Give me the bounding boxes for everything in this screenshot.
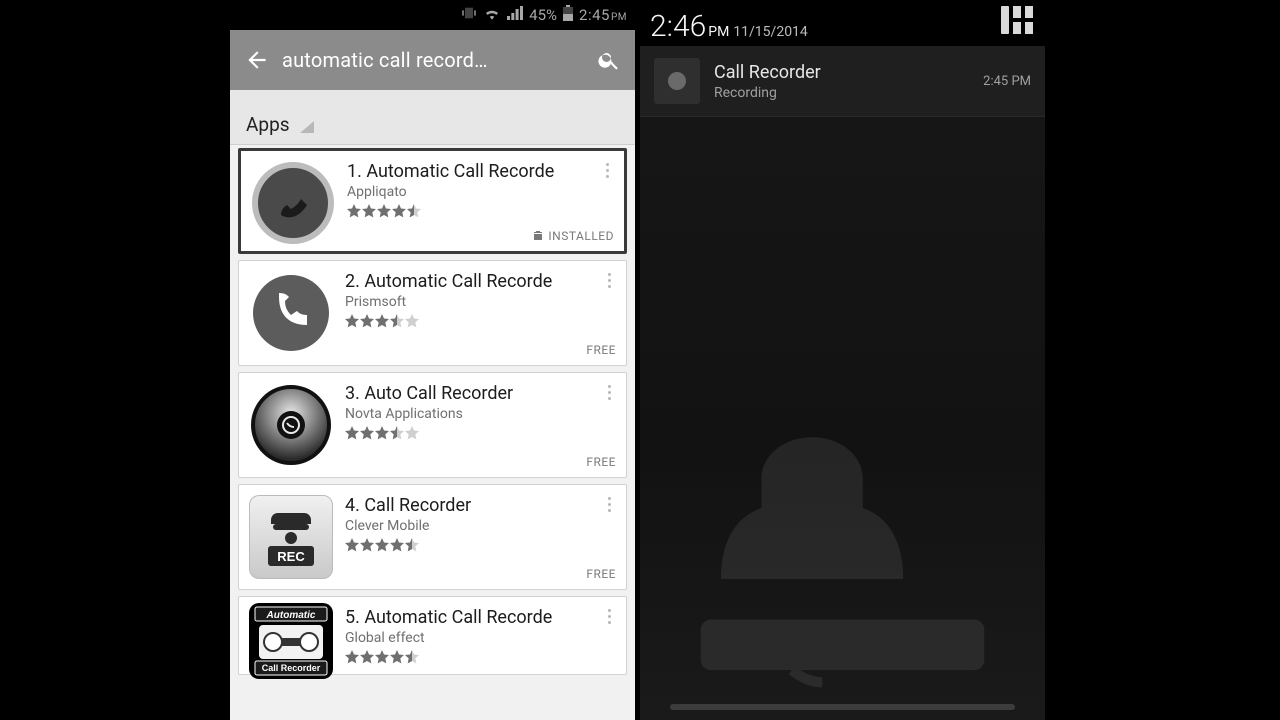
search-input[interactable]: automatic call record… (270, 48, 597, 72)
panel-time: 2:46 (650, 9, 706, 44)
overflow-icon[interactable] (598, 161, 616, 179)
app-icon (251, 161, 335, 245)
rating-stars (345, 314, 598, 328)
notification-title: Call Recorder (714, 62, 983, 83)
price-label: FREE (586, 343, 616, 357)
overflow-icon[interactable] (600, 383, 618, 401)
notification-panel-screen: 2:46 PM 11/15/2014 Call Recorder Recordi… (640, 0, 1045, 720)
app-icon (249, 271, 333, 355)
signal-icon (507, 6, 523, 24)
notification-header: 2:46 PM 11/15/2014 (640, 0, 1045, 46)
result-item[interactable]: 2. Automatic Call Recorde Prismsoft FREE (238, 260, 627, 366)
app-title: 1. Automatic Call Recorde (347, 161, 596, 182)
battery-icon (563, 5, 573, 25)
panel-ampm: PM (708, 24, 729, 40)
app-title: 5. Automatic Call Recorde (345, 607, 598, 628)
result-item[interactable]: REC 4. Call Recorder Clever Mobile FREE (238, 484, 627, 590)
price-label: FREE (586, 455, 616, 469)
result-item[interactable]: 1. Automatic Call Recorde Appliqato INST… (238, 148, 627, 254)
panel-date: 11/15/2014 (733, 24, 808, 40)
notification-body: Call Recorder Recording 2:45 PM (640, 46, 1045, 720)
tab-apps[interactable]: Apps (246, 113, 290, 136)
app-title: 2. Automatic Call Recorde (345, 271, 598, 292)
rating-stars (347, 204, 596, 218)
app-developer: Novta Applications (345, 406, 598, 422)
status-bar: 45% 2:45PM (230, 0, 635, 30)
background-silhouette (640, 417, 1045, 720)
price-label: FREE (586, 567, 616, 581)
search-results: 1. Automatic Call Recorde Appliqato INST… (230, 148, 635, 675)
app-title: 4. Call Recorder (345, 495, 598, 516)
overflow-icon[interactable] (600, 271, 618, 289)
notification-item[interactable]: Call Recorder Recording 2:45 PM (640, 46, 1045, 117)
result-item[interactable]: Automatic Call Recorder 5. Automatic Cal… (238, 596, 627, 675)
search-bar: automatic call record… (230, 30, 635, 90)
wifi-icon (483, 6, 501, 24)
dropdown-triangle-icon[interactable] (300, 121, 314, 133)
installed-icon (532, 230, 544, 242)
search-icon[interactable] (597, 48, 621, 72)
rating-stars (345, 538, 598, 552)
app-icon (249, 383, 333, 467)
rating-stars (345, 650, 598, 664)
result-item[interactable]: 3. Auto Call Recorder Novta Applications… (238, 372, 627, 478)
record-icon (654, 58, 700, 104)
tab-bar: Apps (230, 90, 635, 145)
app-developer: Global effect (345, 630, 598, 646)
rating-stars (345, 426, 598, 440)
app-icon: REC (249, 495, 333, 579)
status-time: 2:45PM (579, 6, 627, 24)
notification-subtitle: Recording (714, 85, 983, 101)
app-icon: Automatic Call Recorder (249, 603, 333, 679)
price-label: INSTALLED (532, 229, 614, 243)
app-developer: Prismsoft (345, 294, 598, 310)
battery-percent: 45% (529, 6, 557, 24)
panel-handle[interactable] (670, 704, 1015, 710)
svg-text:Call Recorder: Call Recorder (262, 663, 321, 673)
overflow-icon[interactable] (600, 607, 618, 625)
svg-text:REC: REC (277, 549, 305, 564)
vibrate-icon (461, 5, 477, 25)
quick-settings-icon[interactable] (1001, 6, 1035, 40)
app-developer: Appliqato (347, 184, 596, 200)
notification-time: 2:45 PM (983, 74, 1031, 89)
svg-text:Automatic: Automatic (266, 610, 316, 621)
play-store-screen: 45% 2:45PM automatic call record… Apps (230, 0, 635, 720)
app-title: 3. Auto Call Recorder (345, 383, 598, 404)
back-arrow-icon[interactable] (244, 47, 270, 73)
app-developer: Clever Mobile (345, 518, 598, 534)
overflow-icon[interactable] (600, 495, 618, 513)
